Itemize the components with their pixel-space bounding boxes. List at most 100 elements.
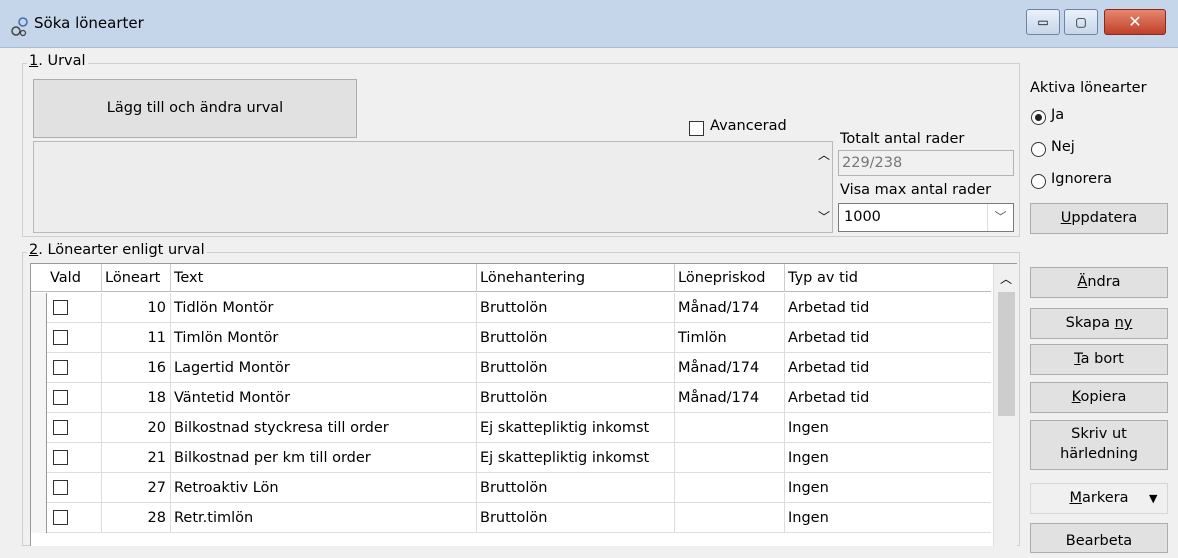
cell-vald	[47, 353, 102, 383]
table-scrollbar[interactable]: ︿	[993, 264, 1017, 546]
row-selector[interactable]	[31, 353, 47, 383]
table-row[interactable]: 11 Timlön Montör Bruttolön Timlön Arbetad ti…	[31, 323, 991, 353]
radio-nej-label: Nej	[1051, 139, 1075, 155]
cell-vald	[47, 293, 102, 323]
row-selector[interactable]	[31, 473, 47, 503]
cell-loneart: 21	[102, 443, 171, 473]
row-checkbox[interactable]	[53, 300, 68, 315]
cell-hantering: Bruttolön	[477, 293, 675, 323]
cell-priskod	[675, 503, 785, 533]
scroll-thumb[interactable]	[998, 292, 1015, 416]
table-row[interactable]: 18 Väntetid Montör Bruttolön Månad/174 Arbet…	[31, 383, 991, 413]
row-checkbox[interactable]	[53, 360, 68, 375]
radio-nej[interactable]	[1031, 142, 1046, 157]
cell-hantering: Bruttolön	[477, 323, 675, 353]
max-rows-label: Visa max antal rader	[840, 182, 992, 198]
cell-loneart: 16	[102, 353, 171, 383]
cell-hantering: Ej skattepliktig inkomst	[477, 413, 675, 443]
lonearter-legend: 2. Lönearter enligt urval	[27, 242, 207, 258]
cell-vald	[47, 473, 102, 503]
scroll-up-icon[interactable]: ︿	[1000, 270, 1012, 287]
scroll-down-icon[interactable]: ﹀	[818, 208, 830, 225]
row-selector[interactable]	[31, 443, 47, 473]
update-button[interactable]: Uppdatera	[1030, 203, 1168, 234]
mark-dropdown-button[interactable]: Markera ▼	[1030, 483, 1168, 514]
close-button[interactable]: ✕	[1104, 9, 1166, 35]
app-icon	[11, 17, 28, 37]
add-change-selection-button[interactable]: Lägg till och ändra urval	[33, 79, 357, 138]
cell-hantering: Bruttolön	[477, 353, 675, 383]
selection-scrollbar[interactable]: ︿ ﹀	[814, 142, 834, 232]
row-selector[interactable]	[31, 383, 47, 413]
cell-typ: Ingen	[788, 420, 829, 436]
row-selector[interactable]	[31, 503, 47, 533]
urval-legend: 1. Urval	[27, 53, 88, 69]
table-row[interactable]: 28 Retr.timlön Bruttolön Ingen	[31, 503, 991, 533]
cell-hantering: Ej skattepliktig inkomst	[477, 443, 675, 473]
row-selector[interactable]	[31, 293, 47, 323]
title-bar: Söka lönearter ▭ ▢ ✕	[0, 0, 1178, 48]
cell-typ: Arbetad tid	[788, 360, 870, 376]
copy-button[interactable]: Kopiera	[1030, 382, 1168, 413]
selection-area: ︿ ﹀	[33, 141, 833, 233]
minimize-icon: ▭	[1037, 15, 1049, 29]
process-button[interactable]: Bearbeta	[1030, 523, 1168, 553]
col-lonehantering[interactable]: Lönehantering	[477, 264, 675, 292]
print-derivation-button[interactable]: Skriv ut härledning	[1030, 420, 1168, 470]
radio-ignorera[interactable]	[1031, 174, 1046, 189]
advanced-checkbox[interactable]	[689, 121, 704, 136]
radio-ja[interactable]	[1031, 110, 1046, 125]
minimize-button[interactable]: ▭	[1026, 9, 1060, 35]
col-lonepriskod[interactable]: Lönepriskod	[675, 264, 785, 292]
cell-typ: Ingen	[788, 480, 829, 496]
col-text[interactable]: Text	[171, 264, 477, 292]
create-new-button[interactable]: Skapa ny	[1030, 308, 1168, 339]
row-checkbox[interactable]	[53, 480, 68, 495]
cell-priskod: Månad/174	[675, 383, 785, 413]
cell-loneart: 10	[102, 293, 171, 323]
table-row[interactable]: 21 Bilkostnad per km till order Ej skattep…	[31, 443, 991, 473]
col-vald[interactable]: Vald	[47, 264, 102, 292]
cell-text: Tidlön Montör	[171, 293, 477, 323]
cell-priskod: Månad/174	[675, 353, 785, 383]
col-loneart[interactable]: Löneart	[102, 264, 171, 292]
cell-loneart: 18	[102, 383, 171, 413]
table-row[interactable]: 20 Bilkostnad styckresa till order Ej skat…	[31, 413, 991, 443]
row-selector[interactable]	[31, 323, 47, 353]
cell-text: Bilkostnad styckresa till order	[171, 413, 477, 443]
row-checkbox[interactable]	[53, 390, 68, 405]
cell-text: Retr.timlön	[171, 503, 477, 533]
scroll-up-icon[interactable]: ︿	[818, 146, 830, 163]
cell-text: Väntetid Montör	[171, 383, 477, 413]
chevron-down-icon[interactable]: ﹀	[987, 204, 1013, 231]
print-derivation-line1: Skriv ut	[1071, 426, 1127, 442]
row-selector[interactable]	[31, 413, 47, 443]
cell-text: Retroaktiv Lön	[171, 473, 477, 503]
edit-button[interactable]: Ändra	[1030, 267, 1168, 298]
cell-hantering: Bruttolön	[477, 383, 675, 413]
cell-vald	[47, 323, 102, 353]
cell-vald	[47, 503, 102, 533]
close-icon: ✕	[1128, 12, 1142, 31]
table-row[interactable]: 10 Tidlön Montör Bruttolön Månad/174 Arbetad…	[31, 293, 991, 323]
table-row[interactable]: 27 Retroaktiv Lön Bruttolön Ingen	[31, 473, 991, 503]
advanced-label: Avancerad	[710, 118, 787, 134]
print-derivation-line2: härledning	[1060, 446, 1138, 462]
cell-text: Lagertid Montör	[171, 353, 477, 383]
cell-loneart: 20	[102, 413, 171, 443]
row-checkbox[interactable]	[53, 330, 68, 345]
cell-typ: Arbetad tid	[788, 330, 870, 346]
cell-vald	[47, 383, 102, 413]
cell-typ: Arbetad tid	[788, 300, 870, 316]
delete-button[interactable]: Ta bort	[1030, 344, 1168, 375]
row-checkbox[interactable]	[53, 420, 68, 435]
total-rows-label: Totalt antal rader	[840, 131, 965, 147]
maximize-button[interactable]: ▢	[1064, 9, 1098, 35]
radio-ignorera-label: Ignorera	[1051, 171, 1112, 187]
max-rows-select[interactable]: 1000 ﹀	[838, 203, 1014, 232]
row-checkbox[interactable]	[53, 510, 68, 525]
cell-loneart: 28	[102, 503, 171, 533]
col-typ-av-tid[interactable]: Typ av tid	[785, 264, 991, 292]
row-checkbox[interactable]	[53, 450, 68, 465]
table-row[interactable]: 16 Lagertid Montör Bruttolön Månad/174 Arbet…	[31, 353, 991, 383]
